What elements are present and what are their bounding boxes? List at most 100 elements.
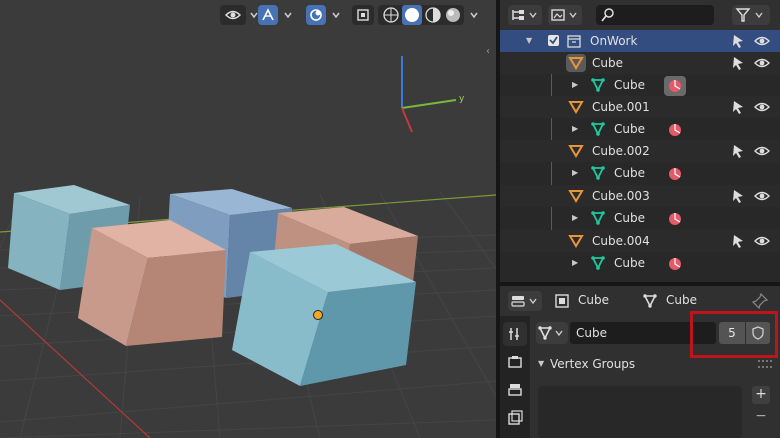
outliner-row-mesh[interactable]: ▶ Cube <box>500 74 780 96</box>
filter-types-button[interactable] <box>548 5 582 25</box>
outliner-row-label: Cube <box>614 166 645 180</box>
material-icon[interactable] <box>667 211 683 227</box>
shading-icons[interactable] <box>378 5 464 25</box>
navigation-gizmo[interactable] <box>401 56 457 133</box>
display-mode-button[interactable] <box>508 5 542 25</box>
expand-arrow-icon[interactable]: ▼ <box>538 359 544 368</box>
image-icon <box>551 9 577 21</box>
xray-toggle-button[interactable] <box>352 5 374 25</box>
camera-back-icon <box>508 356 522 368</box>
object-square-icon <box>554 293 570 309</box>
mesh-icon <box>590 77 606 93</box>
outliner-row-object[interactable]: Cube <box>500 52 780 74</box>
mesh-icon <box>590 255 606 271</box>
gizmo-toggle-button[interactable] <box>258 5 278 25</box>
material-icon[interactable] <box>667 256 683 272</box>
breadcrumb-data: Cube <box>666 293 697 307</box>
outliner-row-object[interactable]: Cube.003 <box>500 185 780 207</box>
outliner-row-label: OnWork <box>590 34 638 48</box>
mesh-icon <box>590 121 606 137</box>
material-icon[interactable] <box>667 166 683 182</box>
mesh-browse-button[interactable] <box>536 322 568 344</box>
drag-handle-icon[interactable] <box>758 360 772 368</box>
viewport-header <box>0 0 496 30</box>
overlays-icon <box>310 9 322 21</box>
funnel-icon <box>735 8 763 22</box>
eye-icon[interactable] <box>754 55 770 71</box>
selectable-arrow-icon[interactable] <box>730 33 746 49</box>
shading-mode-group <box>378 5 464 25</box>
outliner-view-icon <box>512 10 537 20</box>
expand-arrow-icon[interactable]: ▶ <box>572 80 578 89</box>
outliner-row-mesh[interactable]: ▶ Cube <box>500 207 780 229</box>
chevron-down-icon[interactable] <box>328 5 344 25</box>
chevron-down-icon[interactable] <box>280 5 296 25</box>
properties-icon <box>511 296 537 307</box>
expand-arrow-icon[interactable]: ▶ <box>572 258 578 267</box>
eye-icon[interactable] <box>754 99 770 115</box>
cube-003-object[interactable] <box>78 220 226 346</box>
outliner-row-label: Cube <box>614 211 645 225</box>
mesh-data-icon <box>642 293 658 309</box>
selectable-arrow-icon[interactable] <box>730 99 746 115</box>
xray-icon <box>357 9 369 21</box>
object-origin-dot <box>313 310 323 320</box>
eye-icon[interactable] <box>754 233 770 249</box>
expand-arrow-icon[interactable]: ▶ <box>572 168 578 177</box>
outliner-row-label: Cube <box>592 56 623 70</box>
vertex-groups-title: Vertex Groups <box>550 357 636 371</box>
viewport-scene[interactable] <box>0 0 496 438</box>
checkbox-icon[interactable] <box>546 33 562 49</box>
expand-arrow-icon[interactable]: ▶ <box>572 213 578 222</box>
tab-output[interactable] <box>503 378 527 402</box>
expand-arrow-icon[interactable]: ▶ <box>572 124 578 133</box>
selectable-arrow-icon[interactable] <box>730 233 746 249</box>
view-object-types-button[interactable] <box>220 5 246 25</box>
printer-icon <box>508 384 522 396</box>
filter-button[interactable] <box>732 5 770 25</box>
expand-arrow-icon[interactable]: ▼ <box>526 36 532 45</box>
selectable-arrow-icon[interactable] <box>730 55 746 71</box>
outliner-row-object[interactable]: Cube.002 <box>500 140 780 162</box>
outliner-search-input[interactable] <box>596 5 714 25</box>
3d-viewport[interactable]: y ‹ <box>0 0 496 438</box>
outliner-row-mesh[interactable]: ▶ Cube <box>500 252 780 274</box>
material-icon[interactable] <box>667 122 683 138</box>
outliner-row-collection[interactable]: ▼ OnWork <box>500 30 780 52</box>
tab-view-layer[interactable] <box>503 406 527 430</box>
eye-icon[interactable] <box>754 33 770 49</box>
gizmo-icon <box>262 8 274 21</box>
mesh-icon <box>590 210 606 226</box>
outliner-row-label: Cube <box>614 122 645 136</box>
outliner-header <box>500 0 780 30</box>
pin-icon[interactable] <box>751 292 769 310</box>
outliner-panel: ▼ OnWork Cube ▶ Cube Cube.001 ▶ Cube Cub… <box>500 0 780 282</box>
eye-icon <box>225 10 241 20</box>
tool-icon <box>509 328 519 340</box>
tab-tool[interactable] <box>503 322 527 346</box>
search-icon <box>601 8 614 22</box>
outliner-row-object[interactable]: Cube.001 <box>500 96 780 118</box>
remove-vertex-group-button[interactable]: − <box>752 408 770 426</box>
outliner-row-mesh[interactable]: ▶ Cube <box>500 162 780 184</box>
add-vertex-group-button[interactable]: + <box>752 386 770 404</box>
mesh-icon <box>590 165 606 181</box>
editor-type-button[interactable] <box>508 291 542 311</box>
highlight-annotation <box>690 311 778 358</box>
tab-render[interactable] <box>503 350 527 374</box>
eye-icon[interactable] <box>754 188 770 204</box>
eye-icon[interactable] <box>754 143 770 159</box>
overlays-toggle-button[interactable] <box>306 5 326 25</box>
collection-icon <box>566 33 582 49</box>
outliner-row-mesh[interactable]: ▶ Cube <box>500 118 780 140</box>
mesh-name-text: Cube <box>576 326 607 340</box>
chevron-down-icon[interactable] <box>466 5 482 25</box>
properties-tabs <box>500 316 530 438</box>
outliner-row-label: Cube.002 <box>592 144 650 158</box>
sidebar-collapse-icon[interactable]: ‹ <box>486 46 496 60</box>
material-icon[interactable] <box>664 76 686 96</box>
outliner-row-object[interactable]: Cube.004 <box>500 230 780 252</box>
selectable-arrow-icon[interactable] <box>730 143 746 159</box>
vertex-groups-list[interactable] <box>538 386 742 438</box>
selectable-arrow-icon[interactable] <box>730 188 746 204</box>
